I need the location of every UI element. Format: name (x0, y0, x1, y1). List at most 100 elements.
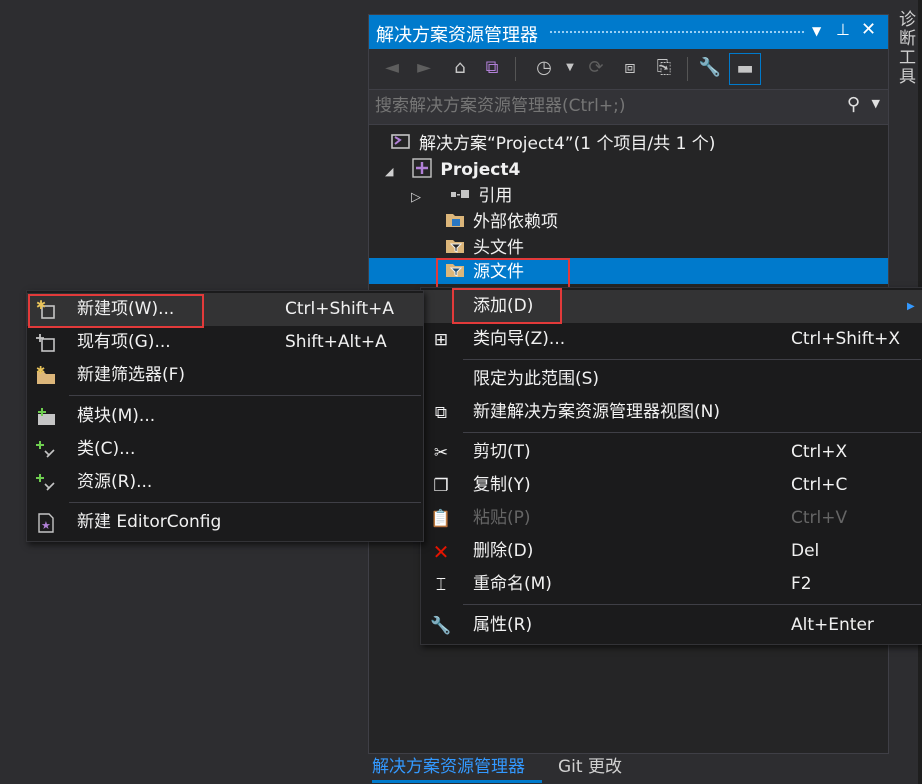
menu-item-label: 新建 EditorConfig (77, 512, 222, 532)
tab-solution-explorer[interactable]: 解决方案资源管理器 (372, 752, 525, 782)
menu-item-shortcut: Ctrl+V (791, 508, 848, 528)
scissors-icon: ✂ (433, 443, 449, 463)
panel-title: 解决方案资源管理器 (376, 25, 538, 46)
home-icon[interactable]: ⌂ (447, 55, 473, 81)
menu-item-cut[interactable]: ✂ 剪切(T) Ctrl+X (421, 436, 922, 469)
search-icon[interactable]: ⚲ (847, 94, 860, 115)
filter-dropdown-icon[interactable]: ▼ (557, 55, 583, 81)
folder-link-icon (445, 210, 465, 230)
references-label: 引用 (478, 186, 513, 206)
menu-item-label: 资源(R)... (77, 472, 153, 492)
tree-node-solution[interactable]: 解决方案“Project4”(1 个项目/共 1 个) (391, 131, 715, 157)
menu-item-label: 类(C)... (77, 439, 136, 459)
pending-changes-filter-icon[interactable]: ◷ (531, 55, 557, 81)
menu-separator (463, 604, 921, 605)
add-class-icon (35, 439, 57, 461)
menu-separator (463, 359, 921, 360)
panel-toolbar: ◄ ► ⌂ ⧉ ◷ ▼ ⟳ ⧈ ⎘ 🔧 ▬ (369, 49, 888, 89)
pin-icon[interactable]: ⊥ (836, 20, 850, 39)
submenu-item-module[interactable]: 模块(M)... (27, 400, 423, 433)
menu-item-label: 剪切(T) (473, 442, 531, 462)
menu-item-new-explorer-view[interactable]: ⧉ 新建解决方案资源管理器视图(N) (421, 396, 922, 429)
context-menu: 添加(D) ▶ ⊞ 类向导(Z)... Ctrl+Shift+X 限定为此范围(… (420, 287, 922, 645)
filter-folder-icon (445, 236, 465, 256)
switch-views-icon[interactable]: ⧉ (479, 55, 505, 81)
title-grip (549, 30, 806, 35)
copy-icon: ❐ (433, 476, 449, 496)
diagnostic-tools-tab[interactable]: 诊断工具 (892, 10, 918, 86)
references-icon (450, 184, 470, 204)
collapsed-arrow-icon[interactable]: ▷ (411, 185, 445, 211)
collapse-all-icon[interactable]: ⧈ (617, 55, 643, 81)
new-view-icon: ⧉ (434, 403, 448, 423)
search-input[interactable] (375, 95, 835, 117)
menu-item-shortcut: Ctrl+Shift+A (285, 299, 395, 319)
rename-icon: ⌶ (435, 575, 447, 595)
wrench-icon: 🔧 (430, 616, 452, 636)
tree-node-references[interactable]: ▷ 引用 (411, 183, 512, 209)
search-bar: ⚲ ▼ (369, 89, 888, 125)
svg-text:✱: ✱ (36, 365, 45, 377)
tree-node-project[interactable]: ◢ Project4 (385, 157, 520, 183)
menu-separator (69, 395, 421, 396)
active-tab-indicator (372, 780, 542, 783)
submenu-item-new-filter[interactable]: ✱ 新建筛选器(F) (27, 359, 423, 392)
svg-text:★: ★ (41, 519, 51, 532)
menu-item-rename[interactable]: ⌶ 重命名(M) F2 (421, 568, 922, 601)
menu-item-label: 删除(D) (473, 541, 534, 561)
menu-item-scope-to-this[interactable]: 限定为此范围(S) (421, 363, 922, 396)
menu-item-label: 限定为此范围(S) (473, 369, 600, 389)
cpp-project-icon (412, 158, 433, 178)
preview-selected-items-icon[interactable]: ▬ (729, 53, 761, 85)
window-position-dropdown-icon[interactable]: ▼ (812, 24, 821, 38)
menu-item-shortcut: Ctrl+Shift+X (791, 329, 901, 349)
tree-node-external-dependencies[interactable]: 外部依赖项 (445, 209, 558, 235)
submenu-item-existing-item[interactable]: 现有项(G)... Shift+Alt+A (27, 326, 423, 359)
expanded-arrow-icon[interactable]: ◢ (385, 159, 407, 185)
menu-item-shortcut: Ctrl+X (791, 442, 848, 462)
submenu-item-resource[interactable]: 资源(R)... (27, 466, 423, 499)
menu-item-label: 复制(Y) (473, 475, 531, 495)
show-all-files-icon[interactable]: ⎘ (651, 55, 677, 81)
new-item-highlight-box (28, 294, 204, 328)
close-icon[interactable]: ✕ (861, 19, 876, 40)
submenu-item-class[interactable]: 类(C)... (27, 433, 423, 466)
editorconfig-icon: ★ (35, 512, 57, 534)
menu-item-shortcut: Alt+Enter (791, 615, 874, 635)
menu-item-paste[interactable]: 📋 粘贴(P) Ctrl+V (421, 502, 922, 535)
paste-icon: 📋 (430, 509, 452, 529)
menu-item-properties[interactable]: 🔧 属性(R) Alt+Enter (421, 609, 922, 642)
class-wizard-icon: ⊞ (433, 330, 449, 350)
menu-item-label: 重命名(M) (473, 574, 552, 594)
module-icon (35, 406, 57, 428)
menu-item-label: 新建解决方案资源管理器视图(N) (473, 402, 720, 422)
menu-separator (69, 502, 421, 503)
add-resource-icon (35, 472, 57, 494)
forward-icon[interactable]: ► (411, 55, 437, 81)
menu-item-shortcut: Del (791, 541, 820, 561)
delete-x-icon: ✕ (432, 540, 450, 564)
menu-item-copy[interactable]: ❐ 复制(Y) Ctrl+C (421, 469, 922, 502)
menu-item-shortcut: F2 (791, 574, 812, 594)
new-folder-icon: ✱ (35, 364, 57, 387)
search-options-dropdown-icon[interactable]: ▼ (872, 97, 880, 110)
sync-icon[interactable]: ⟳ (583, 55, 609, 81)
menu-item-label: 属性(R) (473, 615, 533, 635)
menu-item-class-wizard[interactable]: ⊞ 类向导(Z)... Ctrl+Shift+X (421, 323, 922, 356)
tab-git-changes[interactable]: Git 更改 (558, 752, 622, 782)
external-dependencies-label: 外部依赖项 (473, 212, 558, 232)
toolbar-separator (515, 57, 516, 81)
menu-item-delete[interactable]: ✕ 删除(D) Del (421, 535, 922, 568)
menu-separator (463, 432, 921, 433)
properties-wrench-icon[interactable]: 🔧 (697, 55, 723, 81)
toolbar-separator (687, 57, 688, 81)
header-files-label: 头文件 (473, 238, 524, 258)
solution-icon (391, 132, 411, 152)
panel-title-bar: 解决方案资源管理器 ▼ ⊥ ✕ (369, 15, 888, 49)
submenu-item-editorconfig[interactable]: ★ 新建 EditorConfig (27, 506, 423, 539)
back-icon[interactable]: ◄ (379, 55, 405, 81)
project-label: Project4 (440, 160, 521, 180)
menu-item-label: 类向导(Z)... (473, 329, 566, 349)
menu-item-shortcut: Shift+Alt+A (285, 332, 387, 352)
add-highlight-box (452, 288, 562, 324)
